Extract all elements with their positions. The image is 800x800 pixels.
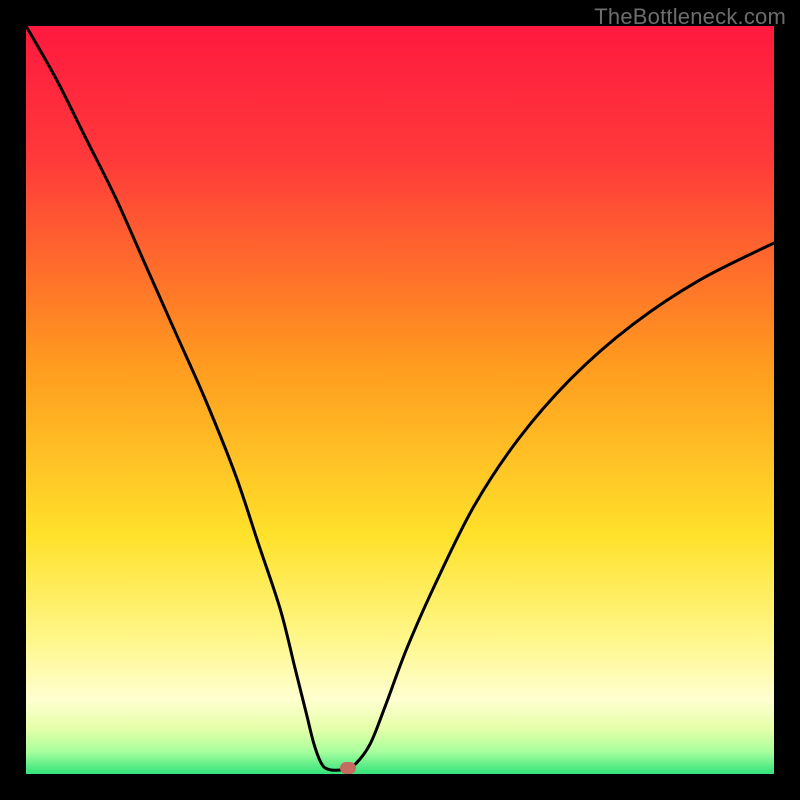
- plot-area: [26, 26, 774, 774]
- bottleneck-curve: [26, 26, 774, 774]
- watermark: TheBottleneck.com: [594, 4, 786, 30]
- chart-frame: TheBottleneck.com: [0, 0, 800, 800]
- optimal-marker: [340, 762, 356, 774]
